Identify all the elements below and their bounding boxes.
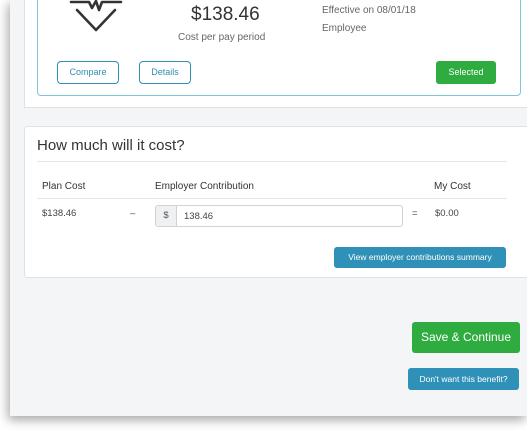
coverage-level: Employee xyxy=(322,23,367,34)
my-cost-value: $0.00 xyxy=(435,208,459,219)
save-continue-button[interactable]: Save & Continue xyxy=(412,322,520,353)
minus-sign: – xyxy=(130,208,136,219)
details-button[interactable]: Details xyxy=(139,61,191,84)
plan-price: $138.46 xyxy=(191,4,260,25)
currency-addon: $ xyxy=(156,206,177,226)
cost-section-title: How much will it cost? xyxy=(37,137,185,154)
view-contributions-summary-button[interactable]: View employer contributions summary xyxy=(334,247,506,268)
heartbeat-icon xyxy=(69,0,123,32)
header-plan-cost: Plan Cost xyxy=(42,181,86,192)
price-period-label: Cost per pay period xyxy=(178,32,266,43)
equals-sign: = xyxy=(412,208,418,219)
header-employer-contribution: Employer Contribution xyxy=(155,181,254,192)
selected-button[interactable]: Selected xyxy=(436,61,496,84)
header-my-cost: My Cost xyxy=(434,181,471,192)
plan-cost-value: $138.46 xyxy=(42,208,77,219)
dont-want-benefit-button[interactable]: Don't want this benefit? xyxy=(408,368,519,390)
header-divider xyxy=(37,198,507,199)
compare-button[interactable]: Compare xyxy=(57,61,119,84)
title-divider xyxy=(37,161,507,162)
employer-contribution-input[interactable] xyxy=(178,206,402,226)
employer-contribution-field[interactable]: $ xyxy=(155,205,403,227)
effective-date: Effective on 08/01/18 xyxy=(322,5,416,16)
